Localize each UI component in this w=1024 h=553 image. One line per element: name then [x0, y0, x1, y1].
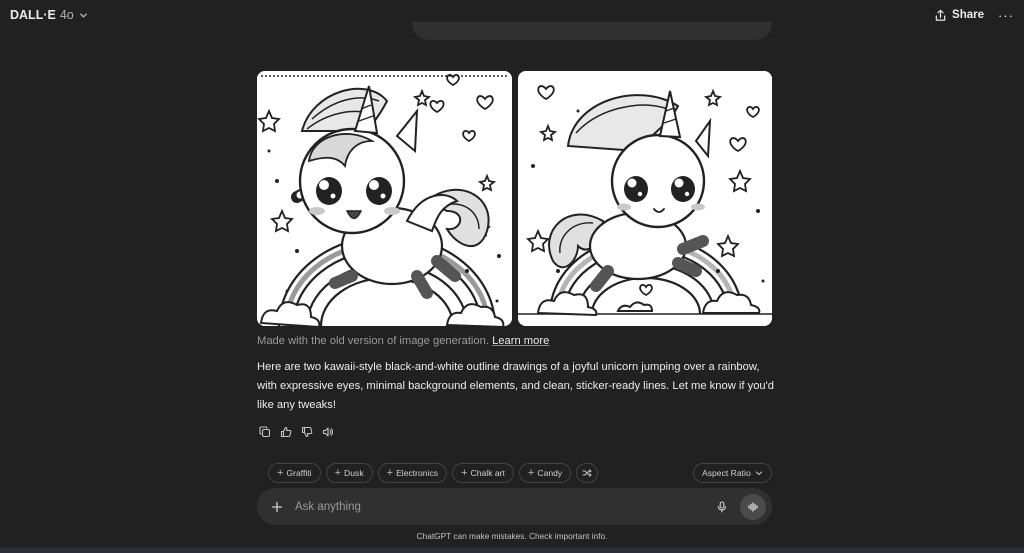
bottom-edge: [0, 547, 1024, 553]
share-icon: [934, 9, 947, 22]
microphone-icon: [716, 500, 728, 513]
plus-icon: [271, 501, 283, 513]
voice-waveform-icon: [747, 501, 759, 513]
attach-button[interactable]: [269, 499, 285, 515]
aspect-ratio-label: Aspect Ratio: [702, 468, 751, 478]
read-aloud-icon[interactable]: [320, 424, 335, 439]
share-label: Share: [952, 9, 984, 21]
style-chip-chalk-art[interactable]: + Chalk art: [452, 463, 514, 483]
chip-label: Chalk art: [470, 468, 505, 478]
learn-more-link[interactable]: Learn more: [492, 335, 549, 347]
image-gallery: [257, 71, 772, 326]
model-selector[interactable]: DALL·E 4o: [10, 8, 89, 22]
notice-text: Made with the old version of image gener…: [257, 335, 489, 347]
unicorn-coloring-image-2: [517, 71, 772, 326]
share-button[interactable]: Share: [934, 9, 984, 22]
style-chip-candy[interactable]: + Candy: [518, 463, 572, 483]
copy-icon[interactable]: [257, 424, 272, 439]
unicorn-coloring-image-1: [257, 71, 512, 326]
disclaimer-text: ChatGPT can make mistakes. Check importa…: [416, 531, 608, 541]
thumbs-down-icon[interactable]: [299, 424, 314, 439]
chevron-down-icon: [755, 469, 763, 477]
plus-icon: +: [461, 466, 468, 479]
prompt-input[interactable]: [295, 500, 712, 513]
plus-icon: +: [277, 466, 284, 479]
chip-label: Dusk: [344, 468, 364, 478]
shuffle-icon: [582, 468, 592, 478]
plus-icon: +: [386, 466, 394, 479]
shuffle-styles-button[interactable]: [576, 463, 599, 483]
assistant-reply-text: Here are two kawaii-style black-and-whit…: [257, 361, 775, 411]
plus-icon: +: [334, 466, 342, 479]
more-options-button[interactable]: ···: [998, 8, 1014, 23]
dictate-button[interactable]: [712, 497, 732, 517]
generated-image-2[interactable]: [517, 71, 772, 326]
chip-label: Electronics: [396, 468, 439, 478]
previous-message-bubble: [412, 22, 772, 40]
style-chip-dusk[interactable]: + Dusk: [325, 463, 373, 483]
chevron-down-icon: [78, 10, 89, 21]
prompt-composer: [257, 488, 772, 525]
image-generation-notice: Made with the old version of image gener…: [257, 335, 549, 347]
style-chip-graffiti[interactable]: + Graffiti: [268, 463, 321, 483]
model-name: DALL·E: [10, 8, 56, 22]
style-chips: + Graffiti + Dusk + Electronics + Chalk art …: [268, 463, 599, 483]
chip-label: Candy: [537, 468, 563, 478]
model-version: 4o: [59, 8, 74, 22]
thumbs-up-icon[interactable]: [278, 424, 293, 439]
generated-image-1[interactable]: [257, 71, 512, 326]
style-chip-electronics[interactable]: + Electronics: [377, 463, 448, 483]
aspect-ratio-dropdown[interactable]: Aspect Ratio: [693, 463, 772, 483]
chip-label: Graffiti: [286, 468, 312, 478]
message-actions: [257, 424, 335, 439]
voice-mode-button[interactable]: [740, 493, 766, 520]
plus-icon: +: [527, 466, 535, 479]
